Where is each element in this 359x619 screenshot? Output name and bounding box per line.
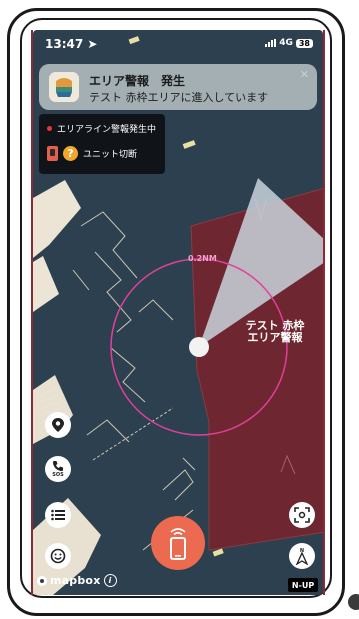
network-label: 4G xyxy=(279,38,293,48)
sos-label: SOS xyxy=(52,472,64,478)
alert-indicator-icon xyxy=(47,126,52,131)
smiley-icon xyxy=(50,548,66,564)
own-position-marker[interactable] xyxy=(189,337,209,357)
mapbox-logo-icon xyxy=(37,575,47,586)
harbor-lines xyxy=(72,211,196,551)
alert-status-line: エリアライン警報発生中 xyxy=(47,122,156,135)
info-icon[interactable]: i xyxy=(103,574,117,587)
status-right: 4G 38 xyxy=(265,38,313,48)
location-pin-icon xyxy=(52,418,64,432)
app-screen: 0.2NM テスト 赤枠エリア警報 13:47 ➤ 4G 38 エリア警報 発生… xyxy=(33,30,323,595)
app-logo-icon xyxy=(49,72,79,102)
alert-status-text: エリアライン警報発生中 xyxy=(57,125,157,135)
compass-button[interactable]: N xyxy=(289,543,315,569)
list-icon xyxy=(51,509,65,521)
phone-icon xyxy=(53,461,63,471)
unit-status-text: ユニット切断 xyxy=(83,150,138,160)
mapbox-label: mapbox xyxy=(50,574,101,587)
notification-title: エリア警報 発生 xyxy=(89,74,186,88)
question-icon: ? xyxy=(63,146,78,161)
mapbox-attribution[interactable]: mapbox i xyxy=(37,574,117,587)
notification-body: テスト 赤枠エリアに進入しています xyxy=(89,91,269,104)
unit-status-line: ? ユニット切断 xyxy=(47,146,137,161)
battery-icon: 38 xyxy=(295,38,313,48)
location-arrow-icon: ➤ xyxy=(87,37,98,51)
notification-dismiss-icon[interactable]: ✕ xyxy=(300,68,309,81)
north-up-label[interactable]: N-UP xyxy=(288,578,318,592)
range-label: 0.2NM xyxy=(188,254,217,263)
notification-banner[interactable]: エリア警報 発生 テスト 赤枠エリアに進入しています ✕ xyxy=(39,64,317,110)
alert-status-panel: エリアライン警報発生中 ? ユニット切断 xyxy=(39,114,165,174)
sos-button[interactable]: SOS xyxy=(45,456,71,482)
main-action-button[interactable] xyxy=(151,516,205,570)
alert-area-label: テスト 赤枠エリア警報 xyxy=(245,319,305,344)
compass-icon: N xyxy=(295,548,309,565)
phone-signal-icon xyxy=(170,528,186,560)
device-icon xyxy=(47,146,58,161)
corner-dot xyxy=(348,594,359,610)
recenter-button[interactable] xyxy=(289,502,315,528)
status-time: 13:47 ➤ xyxy=(45,37,98,51)
land-area xyxy=(33,256,59,312)
signal-icon xyxy=(265,39,277,47)
face-button[interactable] xyxy=(45,543,71,569)
location-button[interactable] xyxy=(45,412,71,438)
land-area xyxy=(33,180,81,258)
list-button[interactable] xyxy=(45,502,71,528)
status-bar: 13:47 ➤ 4G 38 xyxy=(33,30,323,58)
recenter-icon xyxy=(294,507,310,523)
